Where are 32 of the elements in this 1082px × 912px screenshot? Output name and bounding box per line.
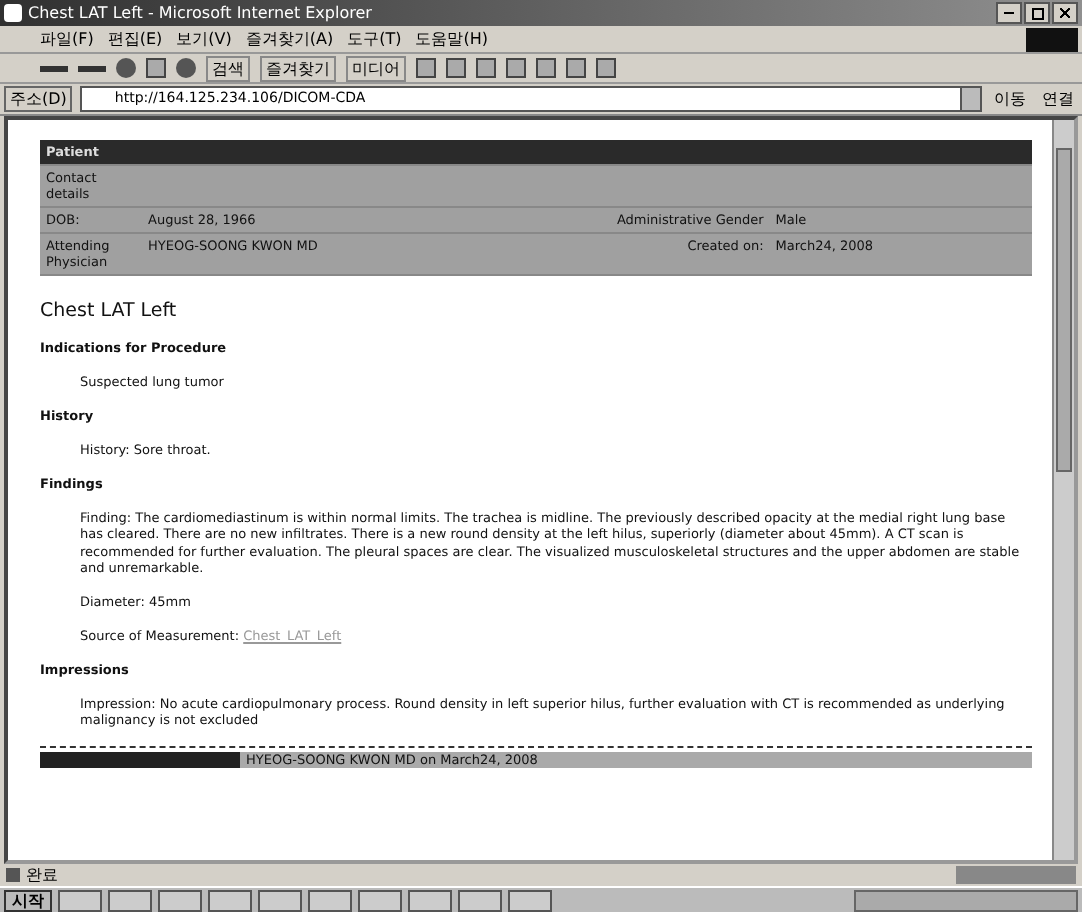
menu-item[interactable]: 도움말(H) bbox=[415, 28, 488, 50]
go-button[interactable]: 이동 bbox=[990, 88, 1030, 110]
search-button[interactable]: 검색 bbox=[206, 55, 250, 81]
menu-item[interactable]: 도구(T) bbox=[347, 28, 402, 50]
maximize-button[interactable] bbox=[1024, 2, 1050, 24]
links-button[interactable]: 연결 bbox=[1038, 88, 1078, 110]
taskbar-button[interactable] bbox=[508, 889, 552, 911]
status-text: 완료 bbox=[26, 864, 60, 886]
taskbar-button[interactable] bbox=[158, 889, 202, 911]
menu-item[interactable]: 편집(E) bbox=[107, 28, 163, 50]
address-label: 주소(D) bbox=[4, 86, 73, 112]
taskbar-button[interactable] bbox=[258, 889, 302, 911]
media-button[interactable]: 미디어 bbox=[346, 55, 406, 81]
scrollbar-thumb[interactable] bbox=[1056, 148, 1072, 472]
menu-item[interactable]: 보기(V) bbox=[176, 28, 232, 50]
window-title: Chest LAT Left - Microsoft Internet Explorer bbox=[28, 4, 374, 22]
taskbar-button[interactable] bbox=[58, 889, 102, 911]
taskbar-button[interactable] bbox=[358, 889, 402, 911]
favorites-button[interactable]: 즐겨찾기 bbox=[260, 55, 336, 81]
taskbar-button[interactable] bbox=[108, 889, 152, 911]
taskbar-button[interactable] bbox=[208, 889, 252, 911]
taskbar-button[interactable] bbox=[458, 889, 502, 911]
menu-item[interactable]: 파일(F) bbox=[40, 28, 94, 50]
close-button[interactable] bbox=[1052, 2, 1078, 24]
minimize-button[interactable] bbox=[996, 2, 1022, 24]
start-button[interactable]: 시작 bbox=[4, 889, 52, 911]
scrollbar[interactable] bbox=[1052, 120, 1074, 860]
dropdown-button[interactable] bbox=[960, 86, 982, 112]
document-title: Chest LAT Left bbox=[40, 300, 179, 322]
menu-item[interactable]: 즐겨찾기(A) bbox=[245, 28, 334, 50]
taskbar-button[interactable] bbox=[308, 889, 352, 911]
taskbar-button[interactable] bbox=[408, 889, 452, 911]
